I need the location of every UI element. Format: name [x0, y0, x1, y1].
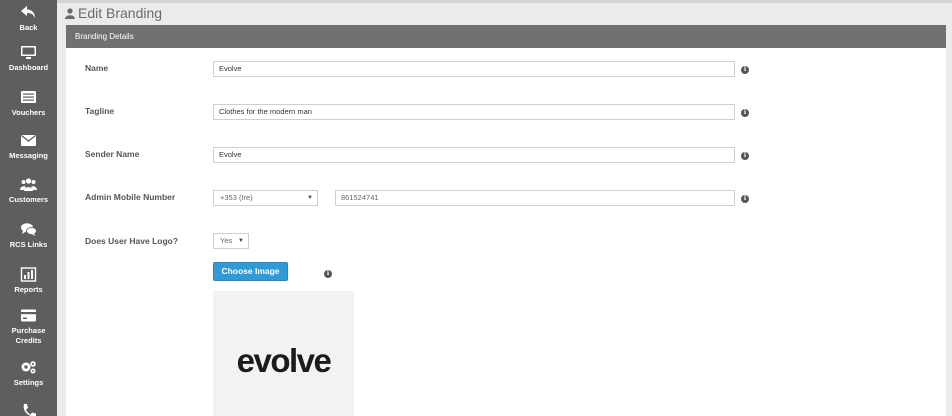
- name-label: Name: [85, 63, 109, 73]
- tagline-input[interactable]: Clothes for the modern man: [213, 104, 735, 120]
- sidebar-item-label: Settings: [13, 378, 44, 387]
- sidebar: Back Dashboard Vouchers Messaging Custom…: [0, 0, 57, 416]
- sidebar-item-label: Dashboard: [8, 63, 49, 72]
- sidebar-item-label: Customers: [8, 195, 49, 204]
- info-icon[interactable]: i: [741, 109, 749, 117]
- sidebar-item-phone[interactable]: [0, 403, 57, 416]
- credit-card-icon: [20, 308, 37, 323]
- info-icon[interactable]: i: [324, 270, 332, 278]
- sidebar-item-customers[interactable]: Customers: [0, 177, 57, 205]
- sidebar-item-vouchers[interactable]: Vouchers: [0, 90, 57, 118]
- sidebar-item-label: Credits: [15, 336, 42, 345]
- sidebar-item-label: Messaging: [9, 151, 48, 160]
- name-input[interactable]: Evolve: [213, 61, 735, 77]
- sender-name-label: Sender Name: [85, 149, 140, 159]
- sidebar-item-purchase-credits[interactable]: Purchase Credits: [0, 308, 57, 346]
- monitor-icon: [20, 45, 37, 60]
- sidebar-item-back[interactable]: Back: [0, 5, 57, 33]
- chat-bubbles-icon: [20, 222, 37, 237]
- has-logo-value: Yes: [220, 236, 233, 245]
- has-logo-label: Does User Have Logo?: [85, 236, 179, 246]
- sidebar-item-label: Reports: [14, 285, 43, 294]
- sidebar-item-rcs-links[interactable]: RCS Links: [0, 222, 57, 250]
- choose-image-button[interactable]: Choose Image: [213, 262, 288, 281]
- sidebar-item-label: Back: [19, 23, 38, 32]
- has-logo-select[interactable]: Yes ▼: [213, 233, 249, 249]
- main-content: Edit Branding Branding Details Name Evol…: [57, 0, 952, 416]
- sidebar-item-label: Vouchers: [11, 108, 46, 117]
- voucher-icon: [20, 90, 37, 105]
- top-divider: [57, 0, 952, 3]
- caret-down-icon: ▼: [238, 238, 244, 244]
- country-code-value: +353 (Ire): [220, 193, 253, 202]
- mobile-number-input[interactable]: 861524741: [335, 190, 735, 206]
- page-title-text: Edit Branding: [78, 5, 163, 21]
- logo-image-text: evolve: [236, 342, 332, 379]
- gears-icon: [20, 360, 37, 375]
- page-title: Edit Branding: [65, 5, 162, 21]
- sidebar-item-dashboard[interactable]: Dashboard: [0, 45, 57, 73]
- sidebar-item-settings[interactable]: Settings: [0, 360, 57, 388]
- sender-name-input[interactable]: Evolve: [213, 147, 735, 163]
- user-icon: [65, 7, 75, 19]
- info-icon[interactable]: i: [741, 152, 749, 160]
- users-icon: [20, 177, 37, 192]
- tagline-label: Tagline: [85, 106, 115, 116]
- sidebar-item-reports[interactable]: Reports: [0, 267, 57, 295]
- phone-icon: [20, 403, 37, 416]
- panel-header: Branding Details: [66, 25, 946, 48]
- sidebar-item-messaging[interactable]: Messaging: [0, 133, 57, 161]
- caret-down-icon: ▼: [307, 195, 313, 201]
- info-icon[interactable]: i: [741, 66, 749, 74]
- branding-panel: Branding Details Name Evolve i Tagline C…: [66, 25, 946, 416]
- sidebar-item-label: Purchase: [11, 326, 46, 335]
- sidebar-item-label: RCS Links: [9, 240, 48, 249]
- logo-preview: evolve: [213, 291, 354, 416]
- admin-mobile-label: Admin Mobile Number: [85, 192, 176, 202]
- back-arrow-icon: [20, 5, 37, 20]
- bar-chart-icon: [20, 267, 37, 282]
- country-code-select[interactable]: +353 (Ire) ▼: [213, 190, 318, 206]
- envelope-icon: [20, 133, 37, 148]
- info-icon[interactable]: i: [741, 195, 749, 203]
